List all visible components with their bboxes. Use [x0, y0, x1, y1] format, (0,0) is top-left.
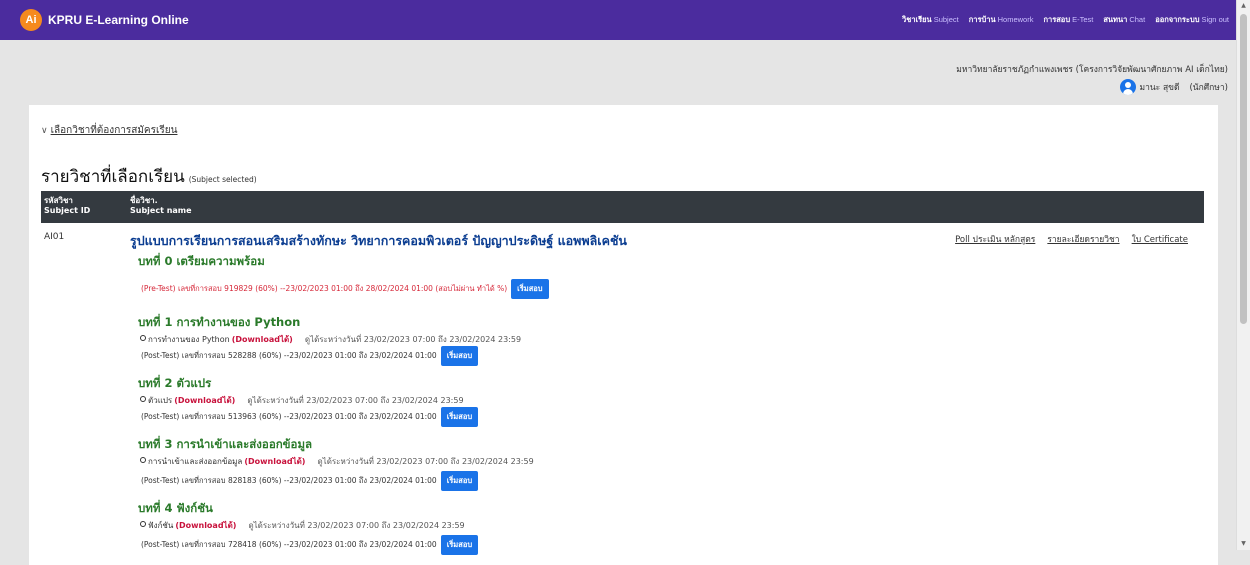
scroll-up-arrow-icon[interactable]: ▲ [1237, 0, 1250, 12]
lesson-title: บทที่ 1 การทำงานของ Python [138, 315, 301, 329]
top-navbar: Ai KPRU E-Learning Online วิชาเรียน Subje… [0, 0, 1237, 40]
table-header: รหัสวิชา Subject ID ชื่อวิชา. Subject na… [41, 191, 1204, 223]
bullet-icon [140, 396, 146, 402]
bullet-icon [140, 335, 146, 341]
material-name[interactable]: ตัวแปร [148, 396, 172, 405]
test-info: (Post-Test) เลขที่การสอบ 528288 (60%) --… [141, 351, 437, 360]
material-name[interactable]: การทำงานของ Python [148, 335, 230, 344]
view-period: ดูได้ระหว่างวันที่ 23/02/2023 07:00 ถึง … [248, 521, 465, 530]
enroll-subject-toggle[interactable]: ∨ เลือกวิชาที่ต้องการสมัครเรียน [41, 123, 177, 138]
start-test-button[interactable]: เริ่มสอบ [440, 535, 479, 555]
lesson-material: ตัวแปร (Downloadได้) ดูได้ระหว่างวันที่ 23… [138, 394, 464, 407]
app-title: KPRU E-Learning Online [48, 13, 189, 27]
test-info: (Post-Test) เลขที่การสอบ 728418 (60%) --… [141, 540, 437, 549]
start-test-button[interactable]: เริ่มสอบ [511, 279, 549, 299]
lesson-material: การทำงานของ Python (Downloadได้) ดูได้ระหว… [138, 333, 521, 346]
test-info: (Post-Test) เลขที่การสอบ 513963 (60%) --… [141, 412, 437, 421]
start-test-button[interactable]: เริ่มสอบ [440, 407, 479, 427]
lesson-title: บทที่ 0 เตรียมความพร้อม [138, 254, 265, 268]
post-test-line: (Post-Test) เลขที่การสอบ 728418 (60%) --… [141, 535, 479, 555]
subject-id: AI01 [44, 232, 65, 242]
chevron-down-icon: ∨ [41, 126, 48, 136]
test-info: (Post-Test) เลขที่การสอบ 828183 (60%) --… [141, 476, 437, 485]
nav-subject[interactable]: วิชาเรียน Subject [902, 14, 959, 26]
view-period: ดูได้ระหว่างวันที่ 23/02/2023 07:00 ถึง … [247, 396, 464, 405]
column-header-subject-name: ชื่อวิชา. Subject name [130, 196, 192, 215]
lesson-3: บทที่ 3 การนำเข้าและส่งออกข้อมูล การนำเข… [138, 436, 534, 468]
lesson-title: บทที่ 3 การนำเข้าและส่งออกข้อมูล [138, 437, 313, 451]
test-info: (Pre-Test) เลขที่การสอบ 919829 (60%) --2… [141, 284, 508, 293]
nav-homework[interactable]: การบ้าน Homework [969, 14, 1034, 26]
start-test-button[interactable]: เริ่มสอบ [440, 346, 479, 366]
bullet-icon [140, 521, 146, 527]
certificate-link[interactable]: ใบ Certificate [1132, 232, 1188, 246]
nav-etest[interactable]: การสอบ E-Test [1043, 14, 1093, 26]
scroll-thumb[interactable] [1240, 14, 1247, 324]
lesson-title: บทที่ 2 ตัวแปร [138, 376, 212, 390]
post-test-line: (Post-Test) เลขที่การสอบ 528288 (60%) --… [141, 346, 479, 366]
brand-logo-icon: Ai [20, 9, 42, 31]
nav-chat[interactable]: สนทนา Chat [1103, 14, 1145, 26]
user-avatar-icon[interactable] [1119, 79, 1136, 95]
bullet-icon [140, 457, 146, 463]
post-test-line: (Post-Test) เลขที่การสอบ 513963 (60%) --… [141, 407, 479, 427]
lesson-material: ฟังก์ชัน (Downloadได้) ดูได้ระหว่างวันที่ … [138, 519, 465, 532]
user-name: มานะ สุขดี [1139, 83, 1180, 93]
section-title: รายวิชาที่เลือกเรียน (Subject selected) [41, 167, 257, 187]
download-link[interactable]: (Downloadได้) [232, 335, 293, 344]
user-role: (นักศึกษา) [1189, 83, 1228, 93]
material-name[interactable]: ฟังก์ชัน [148, 521, 173, 530]
subject-name: รูปแบบการเรียนการสอนเสริมสร้างทักษะ วิทย… [130, 233, 627, 248]
scroll-down-arrow-icon[interactable]: ▼ [1237, 538, 1250, 550]
start-test-button[interactable]: เริ่มสอบ [440, 471, 479, 491]
lesson-0: บทที่ 0 เตรียมความพร้อม [138, 253, 265, 271]
view-period: ดูได้ระหว่างวันที่ 23/02/2023 07:00 ถึง … [304, 335, 522, 344]
column-header-subject-id: รหัสวิชา Subject ID [44, 196, 91, 215]
page-scrollbar[interactable]: ▲ ▼ [1236, 0, 1250, 550]
material-name[interactable]: การนำเข้าและส่งออกข้อมูล [148, 457, 242, 466]
view-period: ดูได้ระหว่างวันที่ 23/02/2023 07:00 ถึง … [317, 457, 534, 466]
poll-link[interactable]: Poll ประเมิน หลักสูตร [955, 232, 1035, 246]
nav-signout[interactable]: ออกจากระบบ Sign out [1155, 14, 1229, 26]
download-link[interactable]: (Downloadได้) [174, 396, 235, 405]
brand[interactable]: Ai KPRU E-Learning Online [20, 9, 189, 31]
subject-links: Poll ประเมิน หลักสูตร รายละเอียดรายวิชา … [955, 232, 1188, 246]
organization-name: มหาวิทยาลัยราชภัฏกำแพงเพชร (โครงการวิจัย… [956, 65, 1228, 75]
subject-detail-link[interactable]: รายละเอียดรายวิชา [1047, 232, 1119, 246]
post-test-line: (Post-Test) เลขที่การสอบ 828183 (60%) --… [141, 471, 479, 491]
lesson-2: บทที่ 2 ตัวแปร ตัวแปร (Downloadได้) ดูได้ร… [138, 375, 464, 407]
lesson-1: บทที่ 1 การทำงานของ Python การทำงานของ P… [138, 314, 521, 346]
nav-menu: วิชาเรียน Subject การบ้าน Homework การสอบ E… [902, 0, 1229, 40]
lesson-material: การนำเข้าและส่งออกข้อมูล (Downloadได้) ดูไ… [138, 455, 534, 468]
download-link[interactable]: (Downloadได้) [244, 457, 305, 466]
main-card: ∨ เลือกวิชาที่ต้องการสมัครเรียน รายวิชาที… [29, 105, 1218, 565]
lesson-4: บทที่ 4 ฟังก์ชัน ฟังก์ชัน (Downloadได้) ดู… [138, 500, 465, 532]
pre-test-line: (Pre-Test) เลขที่การสอบ 919829 (60%) --2… [141, 279, 549, 299]
download-link[interactable]: (Downloadได้) [175, 521, 236, 530]
lesson-title: บทที่ 4 ฟังก์ชัน [138, 501, 213, 515]
user-info: มานะ สุขดี (นักศึกษา) [1119, 79, 1228, 95]
